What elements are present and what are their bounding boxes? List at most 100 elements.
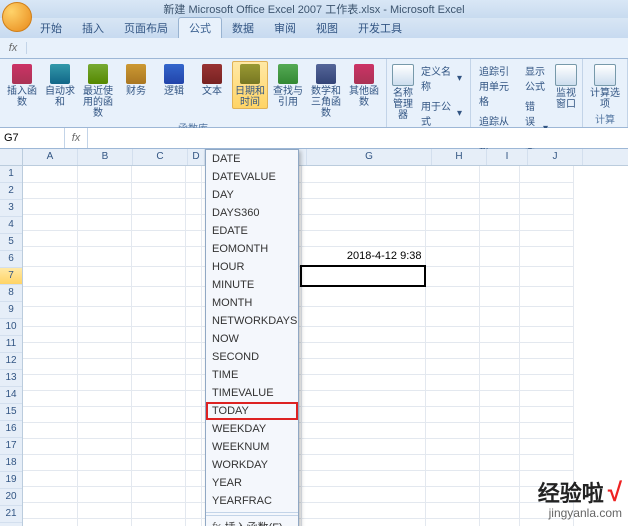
btn-calculation-options[interactable]: 计算选项 <box>587 61 623 111</box>
cell[interactable] <box>301 454 425 470</box>
cell[interactable] <box>519 166 573 182</box>
cell[interactable] <box>185 214 201 230</box>
cell[interactable] <box>479 166 519 182</box>
cell[interactable] <box>519 454 573 470</box>
cell[interactable] <box>77 486 131 502</box>
cell[interactable] <box>23 266 77 286</box>
cell[interactable] <box>185 486 201 502</box>
cell[interactable] <box>479 502 519 518</box>
cell[interactable] <box>519 422 573 438</box>
column-header[interactable]: D <box>188 149 205 165</box>
cell[interactable] <box>519 182 573 198</box>
cell[interactable] <box>185 198 201 214</box>
tab-view[interactable]: 视图 <box>306 18 348 38</box>
item-trace-precedents[interactable]: 追踪引用单元格 <box>475 61 519 110</box>
cell[interactable] <box>185 438 201 454</box>
column-header[interactable]: I <box>487 149 528 165</box>
cell[interactable] <box>77 502 131 518</box>
cell[interactable] <box>77 166 131 182</box>
dropdown-item-weeknum[interactable]: WEEKNUM <box>206 438 298 456</box>
cell[interactable] <box>131 486 185 502</box>
btn-autosum[interactable]: 自动求和 <box>42 61 78 109</box>
cell[interactable] <box>301 342 425 358</box>
cell[interactable] <box>185 470 201 486</box>
btn-lookup-ref[interactable]: 查找与引用 <box>270 61 306 109</box>
cell[interactable] <box>301 266 425 286</box>
dropdown-item-eomonth[interactable]: EOMONTH <box>206 240 298 258</box>
row-header[interactable]: 18 <box>0 455 22 472</box>
btn-recently-used[interactable]: 最近使用的函数 <box>80 61 116 120</box>
cell[interactable] <box>77 214 131 230</box>
cell[interactable] <box>425 198 479 214</box>
cell[interactable] <box>23 214 77 230</box>
btn-financial[interactable]: 财务 <box>118 61 154 98</box>
cell[interactable] <box>23 358 77 374</box>
cell[interactable] <box>23 518 77 526</box>
cell[interactable] <box>479 454 519 470</box>
cell[interactable] <box>131 246 185 266</box>
cell[interactable] <box>519 358 573 374</box>
cell[interactable] <box>185 518 201 526</box>
cell[interactable] <box>23 422 77 438</box>
cell[interactable] <box>479 486 519 502</box>
row-header[interactable]: 3 <box>0 200 22 217</box>
cell[interactable] <box>185 306 201 326</box>
cell[interactable] <box>425 230 479 246</box>
cell[interactable] <box>425 358 479 374</box>
cell[interactable] <box>131 342 185 358</box>
dropdown-item-year[interactable]: YEAR <box>206 474 298 492</box>
cell[interactable] <box>479 214 519 230</box>
btn-more-functions[interactable]: 其他函数 <box>346 61 382 109</box>
row-header[interactable]: 19 <box>0 472 22 489</box>
office-button[interactable] <box>2 2 32 32</box>
btn-text[interactable]: 文本 <box>194 61 230 98</box>
tab-home[interactable]: 开始 <box>30 18 72 38</box>
cell[interactable] <box>131 266 185 286</box>
cell[interactable] <box>425 342 479 358</box>
row-header[interactable]: 20 <box>0 489 22 506</box>
row-header[interactable]: 10 <box>0 319 22 336</box>
cell[interactable] <box>519 406 573 422</box>
cell[interactable] <box>23 286 77 306</box>
cell[interactable] <box>77 390 131 406</box>
cell[interactable] <box>23 486 77 502</box>
cell[interactable] <box>23 182 77 198</box>
cell[interactable] <box>301 198 425 214</box>
column-header[interactable]: A <box>23 149 78 165</box>
cell[interactable] <box>479 326 519 342</box>
cell[interactable] <box>425 374 479 390</box>
cell[interactable] <box>77 422 131 438</box>
cell[interactable] <box>77 342 131 358</box>
cell[interactable] <box>77 306 131 326</box>
cell[interactable] <box>425 454 479 470</box>
cell[interactable] <box>425 246 479 266</box>
cell[interactable]: 2018-4-12 9:38 <box>301 246 425 266</box>
cell[interactable] <box>77 266 131 286</box>
cell[interactable] <box>23 454 77 470</box>
cell[interactable] <box>301 182 425 198</box>
cell[interactable] <box>479 306 519 326</box>
cell[interactable] <box>425 422 479 438</box>
cell[interactable] <box>301 358 425 374</box>
row-header[interactable]: 14 <box>0 387 22 404</box>
cell[interactable] <box>301 166 425 182</box>
cell[interactable] <box>131 182 185 198</box>
formula-input[interactable] <box>88 128 628 148</box>
cell[interactable] <box>23 438 77 454</box>
cell[interactable] <box>479 246 519 266</box>
cell[interactable] <box>519 390 573 406</box>
cell[interactable] <box>479 266 519 286</box>
dropdown-item-days360[interactable]: DAYS360 <box>206 204 298 222</box>
dropdown-item-networkdays[interactable]: NETWORKDAYS <box>206 312 298 330</box>
dropdown-item-time[interactable]: TIME <box>206 366 298 384</box>
row-header[interactable]: 8 <box>0 285 22 302</box>
cell[interactable] <box>23 342 77 358</box>
column-header[interactable]: B <box>78 149 133 165</box>
cell[interactable] <box>77 326 131 342</box>
cell[interactable] <box>131 406 185 422</box>
cell[interactable] <box>23 230 77 246</box>
cell[interactable] <box>425 326 479 342</box>
cell[interactable] <box>519 230 573 246</box>
cell[interactable] <box>185 230 201 246</box>
cell[interactable] <box>425 166 479 182</box>
